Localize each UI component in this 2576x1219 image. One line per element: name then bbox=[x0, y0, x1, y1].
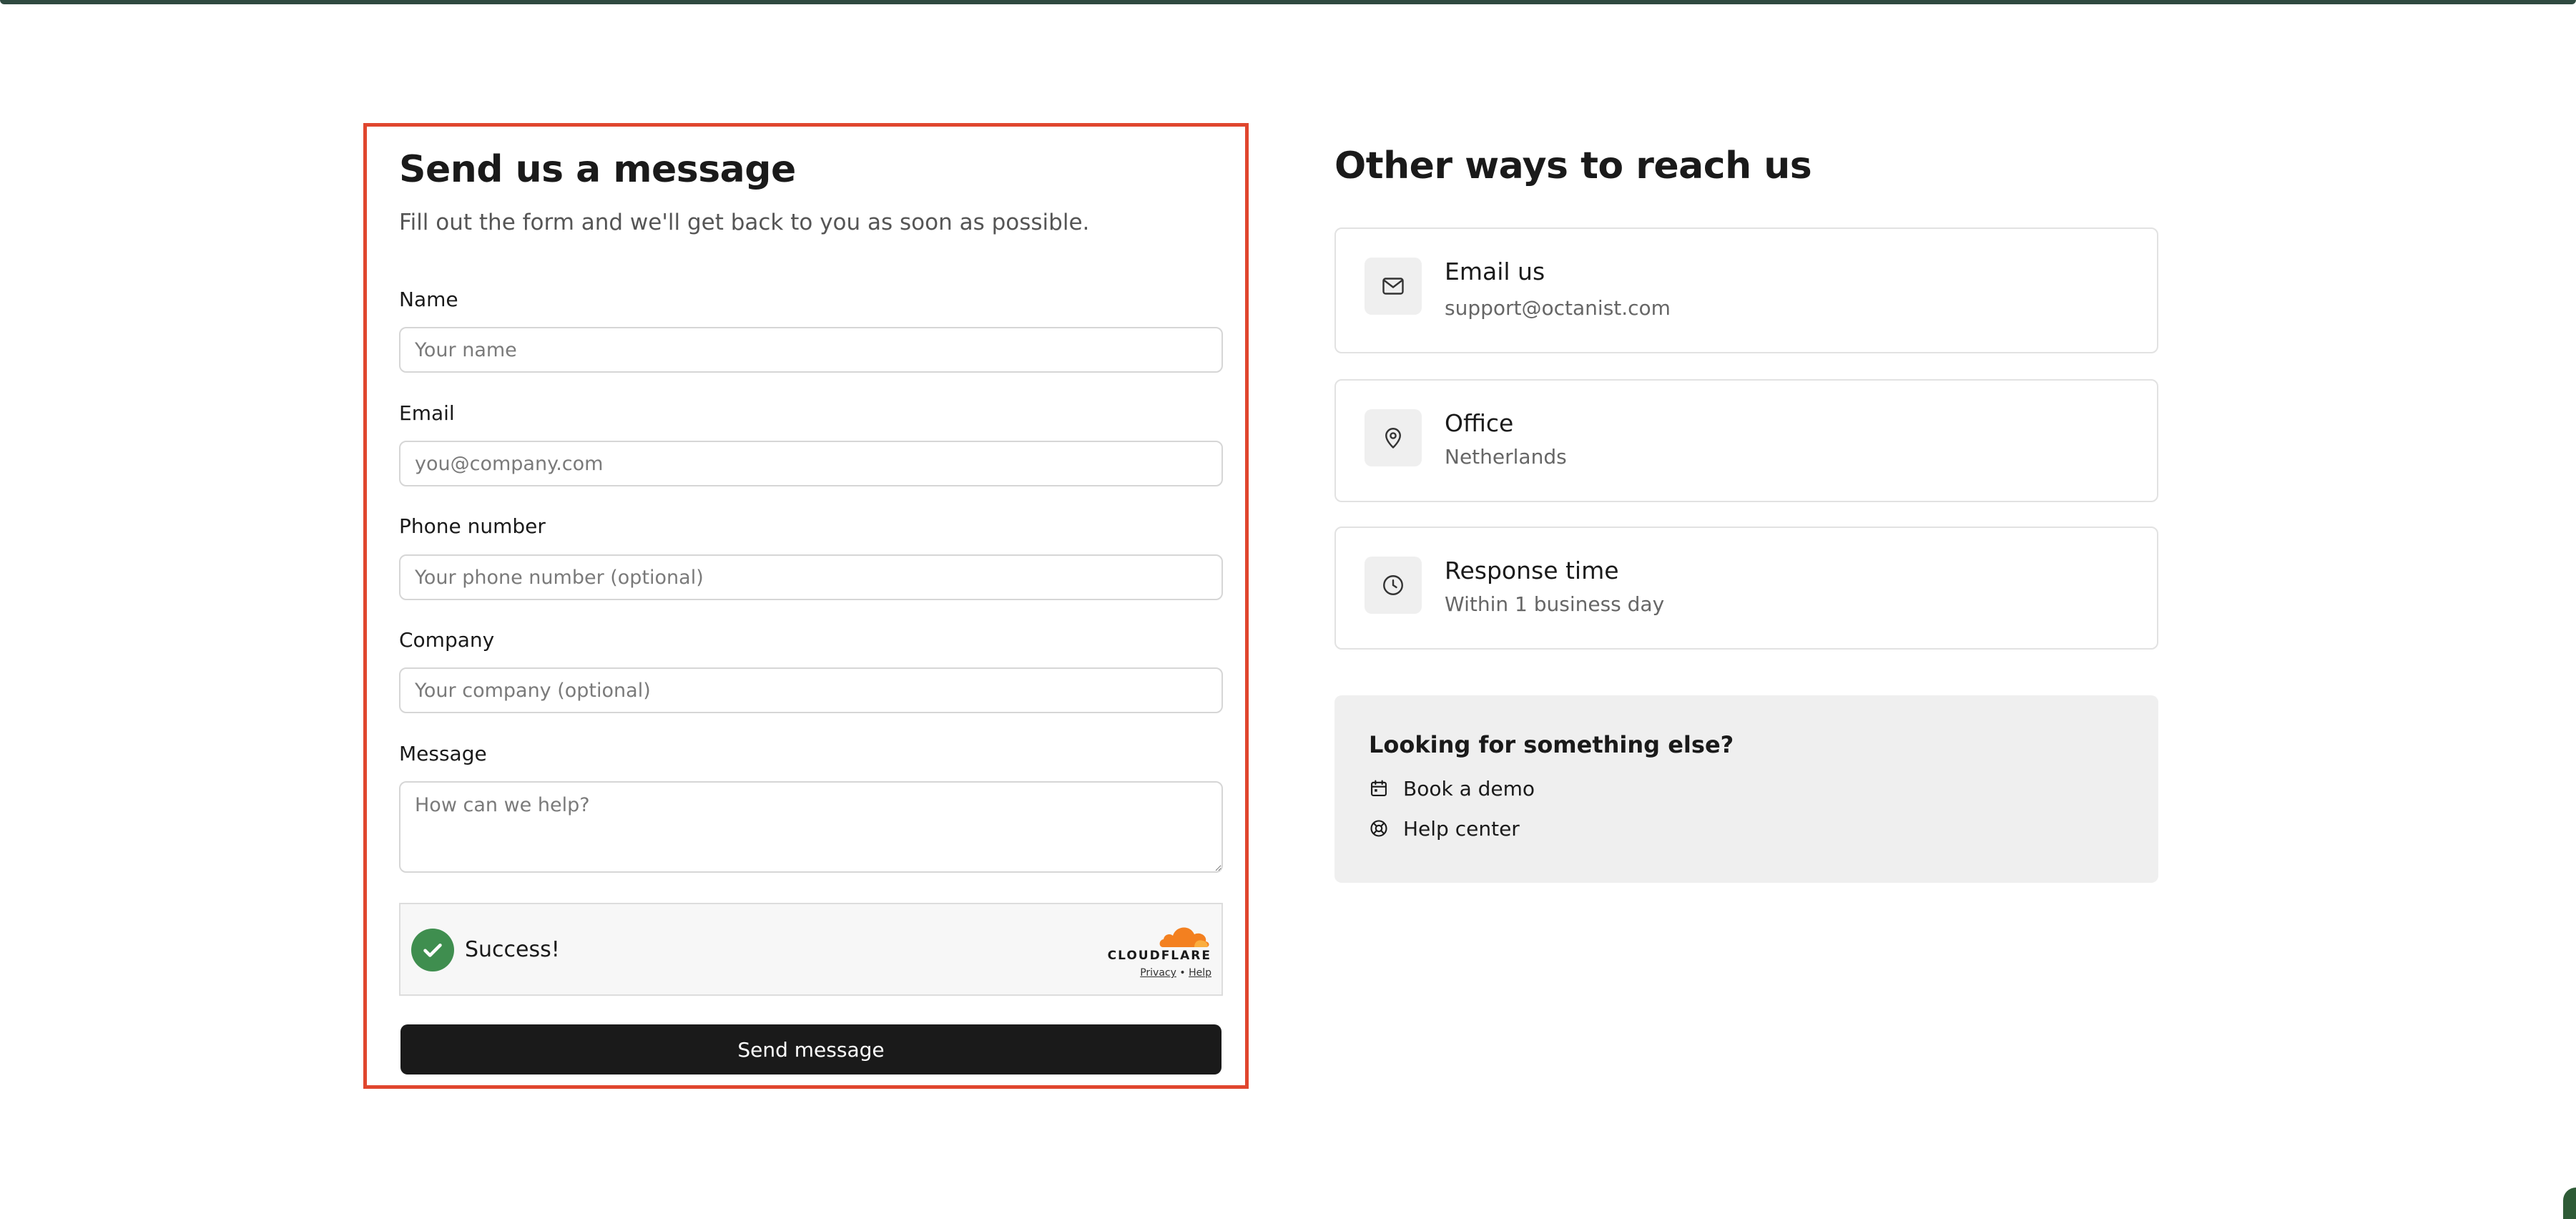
success-check-icon bbox=[411, 929, 454, 971]
response-card-title: Response time bbox=[1445, 557, 1619, 584]
name-input[interactable] bbox=[399, 327, 1223, 373]
mail-icon bbox=[1382, 278, 1404, 295]
form-subtitle: Fill out the form and we'll get back to … bbox=[399, 210, 1090, 235]
email-card-address[interactable]: support@octanist.com bbox=[1445, 296, 1671, 320]
lifebuoy-icon bbox=[1370, 820, 1387, 837]
company-label: Company bbox=[399, 628, 495, 652]
email-card-title: Email us bbox=[1445, 258, 1545, 285]
privacy-link[interactable]: Privacy bbox=[1140, 967, 1176, 979]
office-card: Office Netherlands bbox=[1334, 379, 2158, 502]
book-demo-link[interactable]: Book a demo bbox=[1369, 774, 1535, 803]
cloudflare-logo: CLOUDFLARE Privacy • Help bbox=[1097, 920, 1211, 984]
something-else-panel: Looking for something else? Book a demo … bbox=[1334, 695, 2158, 883]
email-icon-box bbox=[1365, 258, 1422, 315]
link-separator: • bbox=[1179, 967, 1186, 979]
cloudflare-links: Privacy • Help bbox=[1140, 967, 1211, 979]
email-card: Email us support@octanist.com bbox=[1334, 227, 2158, 353]
cloudflare-cloud-icon bbox=[1159, 927, 1209, 947]
calendar-icon bbox=[1371, 780, 1387, 796]
help-center-label: Help center bbox=[1403, 816, 1520, 841]
book-demo-label: Book a demo bbox=[1403, 776, 1535, 801]
office-icon-box bbox=[1365, 409, 1422, 466]
office-card-title: Office bbox=[1445, 409, 1514, 437]
help-center-link[interactable]: Help center bbox=[1369, 814, 1520, 843]
form-title: Send us a message bbox=[399, 148, 796, 191]
response-icon-box bbox=[1365, 557, 1422, 614]
message-textarea[interactable] bbox=[399, 781, 1223, 873]
email-input[interactable] bbox=[399, 441, 1223, 486]
contact-title: Other ways to reach us bbox=[1334, 145, 1812, 187]
send-message-button[interactable]: Send message bbox=[400, 1024, 1221, 1074]
company-input[interactable] bbox=[399, 667, 1223, 713]
response-card-value: Within 1 business day bbox=[1445, 592, 1665, 616]
phone-input[interactable] bbox=[399, 554, 1223, 600]
captcha-status: Success! bbox=[465, 937, 560, 962]
name-label: Name bbox=[399, 288, 458, 311]
map-pin-icon bbox=[1385, 428, 1401, 449]
office-card-location: Netherlands bbox=[1445, 445, 1567, 469]
top-banner-edge bbox=[0, 0, 2576, 4]
phone-label: Phone number bbox=[399, 514, 546, 538]
response-time-card: Response time Within 1 business day bbox=[1334, 527, 2158, 650]
contact-form-card: Send us a message Fill out the form and … bbox=[363, 123, 1249, 1089]
email-label: Email bbox=[399, 401, 455, 425]
cloudflare-wordmark: CLOUDFLARE bbox=[1107, 949, 1211, 963]
cloudflare-turnstile-widget[interactable]: Success! CLOUDFLARE Privacy • Help bbox=[399, 903, 1223, 996]
corner-accent bbox=[2563, 1188, 2576, 1219]
something-else-title: Looking for something else? bbox=[1369, 731, 1734, 758]
help-link[interactable]: Help bbox=[1189, 967, 1211, 979]
clock-icon bbox=[1383, 575, 1403, 595]
message-label: Message bbox=[399, 742, 487, 765]
